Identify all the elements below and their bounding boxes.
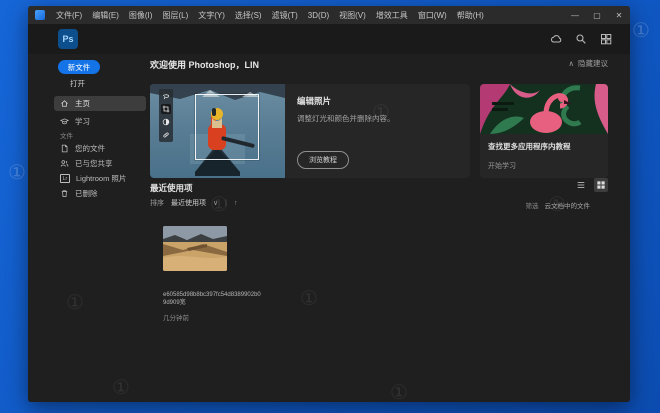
caret-up-icon: ∧ [569, 59, 575, 68]
trash-icon [60, 189, 69, 198]
sidebar-item-label: 主页 [75, 98, 90, 109]
menu-view[interactable]: 视图(V) [334, 10, 371, 21]
close-button[interactable]: ✕ [608, 11, 630, 20]
promo-card-title: 查找更多应用程序内教程 [488, 141, 600, 152]
lasso-tool-icon[interactable] [161, 91, 171, 101]
divider: | [225, 200, 227, 207]
menu-window[interactable]: 窗口(W) [413, 10, 452, 21]
hide-suggestions-label: 隐藏建议 [578, 58, 608, 69]
open-button[interactable]: 打开 [70, 78, 85, 89]
filter-dropdown[interactable]: 云文档中的文件 [545, 200, 591, 210]
sort-direction-button[interactable]: ↑ [234, 200, 238, 207]
more-tutorials-card[interactable]: 查找更多应用程序内教程 开始学习 [480, 84, 608, 178]
lightroom-icon: Lr [60, 174, 70, 183]
welcome-heading: 欢迎使用 Photoshop，LIN [150, 58, 259, 71]
new-file-button[interactable]: 新文件 [58, 60, 100, 74]
adjustments-icon[interactable] [161, 117, 171, 127]
menu-type[interactable]: 文字(Y) [193, 10, 230, 21]
sidebar-item-label: 已与您共享 [75, 158, 113, 169]
sidebar-item-label: Lightroom 照片 [76, 173, 126, 184]
sidebar-item-lightroom[interactable]: Lr Lightroom 照片 [54, 171, 146, 186]
menu-image[interactable]: 图像(I) [124, 10, 158, 21]
flamingo-artwork [480, 84, 608, 134]
menu-filter[interactable]: 滤镜(T) [267, 10, 303, 21]
mini-toolbar [159, 89, 173, 142]
shared-user-icon [60, 159, 69, 168]
menu-select[interactable]: 选择(S) [230, 10, 267, 21]
crop-tool-icon[interactable] [161, 104, 171, 114]
sidebar-item-learn[interactable]: 学习 [54, 114, 146, 129]
sidebar-section-files: 文件 [60, 130, 73, 140]
hero-card-title: 编辑照片 [297, 95, 458, 107]
sidebar-item-home[interactable]: 主页 [54, 96, 146, 111]
home-icon [60, 99, 69, 108]
list-view-icon[interactable] [574, 178, 588, 192]
sort-dropdown[interactable]: 最近使用项 [171, 198, 206, 208]
watermark: ① [632, 18, 650, 43]
grid-view-icon[interactable] [594, 178, 608, 192]
menu-bar: 文件(F) 编辑(E) 图像(I) 图层(L) 文字(Y) 选择(S) 滤镜(T… [28, 6, 630, 24]
file-icon [60, 144, 69, 153]
watermark: ① [8, 160, 26, 185]
canoe-photo [150, 84, 285, 178]
search-icon[interactable] [575, 33, 587, 45]
home-screen: 新文件 打开 主页 学习 文件 您的文件 [28, 54, 630, 402]
healing-brush-icon[interactable] [161, 130, 171, 140]
menu-file[interactable]: 文件(F) [51, 10, 87, 21]
hide-suggestions-button[interactable]: ∧ 隐藏建议 [569, 58, 609, 69]
sort-controls: 排序 最近使用项 ∨ | ↑ [150, 198, 237, 208]
photoshop-window: 文件(F) 编辑(E) 图像(I) 图层(L) 文字(Y) 选择(S) 滤镜(T… [28, 6, 630, 402]
sort-label: 排序 [150, 198, 164, 208]
edit-photo-tutorial-card[interactable]: 编辑照片 调整灯光和颜色并删除内容。 浏览教程 [150, 84, 470, 178]
sidebar-item-deleted[interactable]: 已删除 [54, 186, 146, 201]
menu-help[interactable]: 帮助(H) [452, 10, 489, 21]
menu-plugins[interactable]: 增效工具 [371, 10, 413, 21]
apps-grid-icon[interactable] [600, 33, 612, 45]
chevron-down-icon[interactable]: ∨ [213, 199, 218, 207]
hero-card-text: 编辑照片 调整灯光和颜色并删除内容。 浏览教程 [285, 84, 470, 178]
window-controls: — ▢ ✕ [564, 11, 630, 20]
filter-label: 筛选 [526, 200, 539, 210]
recent-file-name: e60585d98b8bc397fc54d8389902b09d909宽 [163, 291, 261, 308]
app-window-icon [35, 10, 45, 20]
minimize-button[interactable]: — [564, 11, 586, 20]
start-learning-link[interactable]: 开始学习 [488, 161, 516, 171]
menu-layer[interactable]: 图层(L) [157, 10, 193, 21]
sidebar-item-label: 已删除 [75, 188, 98, 199]
view-toggles [574, 178, 608, 192]
recent-file-card[interactable]: e60585d98b8bc397fc54d8389902b09d909宽 几分钟… [163, 226, 263, 322]
browse-tutorial-button[interactable]: 浏览教程 [297, 151, 349, 169]
desert-thumbnail [163, 226, 227, 271]
sidebar-item-shared[interactable]: 已与您共享 [54, 156, 146, 171]
sidebar-item-label: 学习 [75, 116, 90, 127]
graduation-cap-icon [60, 117, 69, 126]
app-bar: Ps [28, 24, 630, 54]
hero-card-description: 调整灯光和颜色并删除内容。 [297, 113, 458, 124]
crop-frame-overlay[interactable] [195, 94, 259, 160]
filter-controls: 筛选 云文档中的文件 [526, 200, 591, 210]
photoshop-logo: Ps [58, 29, 78, 49]
recent-section-heading: 最近使用项 [150, 182, 193, 194]
sidebar-item-your-files[interactable]: 您的文件 [54, 141, 146, 156]
recent-file-timestamp: 几分钟前 [163, 312, 263, 322]
menu-edit[interactable]: 编辑(E) [87, 10, 124, 21]
maximize-button[interactable]: ▢ [586, 11, 608, 20]
menu-3d[interactable]: 3D(D) [303, 11, 334, 20]
cloud-sync-icon[interactable] [550, 33, 562, 45]
sidebar-item-label: 您的文件 [75, 143, 105, 154]
